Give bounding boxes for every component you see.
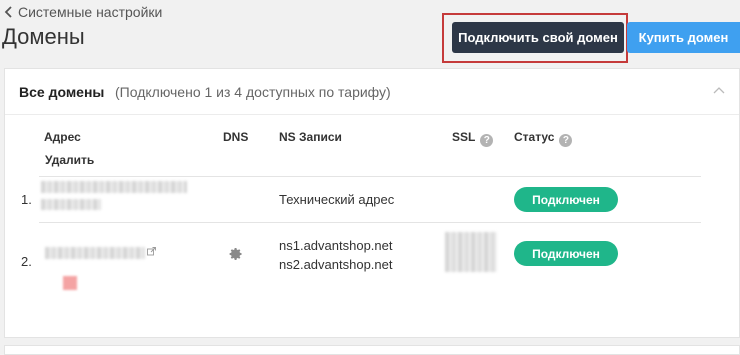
column-header-ssl-label: SSL (452, 130, 476, 144)
column-header-ssl: SSL? (452, 130, 494, 147)
row-index: 2. (21, 254, 32, 269)
column-header-dns: DNS (223, 130, 249, 144)
chevron-left-icon (4, 6, 12, 18)
breadcrumb-back-link[interactable]: Системные настройки (4, 4, 162, 20)
connect-own-domain-button[interactable]: Подключить свой домен (452, 22, 624, 53)
column-header-status-label: Статус (514, 130, 555, 144)
status-badge: Подключен (514, 187, 618, 212)
column-header-ns-records: NS Записи (279, 130, 342, 144)
gear-icon[interactable] (229, 247, 243, 261)
redacted-domain-address-line2 (41, 199, 101, 210)
card-subtitle: (Подключено 1 из 4 доступных по тарифу) (115, 84, 391, 100)
external-link-icon[interactable] (147, 247, 156, 256)
status-badge: Подключен (514, 241, 618, 266)
row-index: 1. (21, 192, 32, 207)
redacted-domain-address (41, 181, 187, 193)
row-divider (39, 176, 701, 177)
question-circle-icon[interactable]: ? (559, 134, 573, 147)
next-card-edge (4, 345, 740, 355)
redacted-domain-link[interactable] (45, 247, 145, 259)
ns-record-2: ns2.advantshop.net (279, 257, 393, 272)
question-circle-icon[interactable]: ? (480, 134, 494, 147)
domains-card: Все домены (Подключено 1 из 4 доступных … (4, 68, 740, 338)
delete-icon[interactable] (63, 276, 77, 290)
card-title: Все домены (19, 84, 105, 100)
column-header-address: Адрес (44, 130, 81, 144)
breadcrumb-label: Системные настройки (18, 4, 163, 20)
column-header-delete: Удалить (45, 153, 95, 167)
buy-domain-button[interactable]: Купить домен (627, 22, 740, 53)
ns-records-list: ns1.advantshop.net ns2.advantshop.net (279, 236, 392, 274)
redacted-ssl-status (445, 232, 497, 272)
row-divider (39, 222, 701, 223)
page-title: Домены (2, 24, 85, 49)
chevron-up-icon[interactable] (713, 86, 725, 94)
ns-record-1: ns1.advantshop.net (279, 238, 393, 253)
card-header[interactable]: Все домены (Подключено 1 из 4 доступных … (5, 69, 739, 115)
ns-records-value: Технический адрес (279, 192, 395, 207)
column-header-status: Статус? (514, 130, 573, 147)
